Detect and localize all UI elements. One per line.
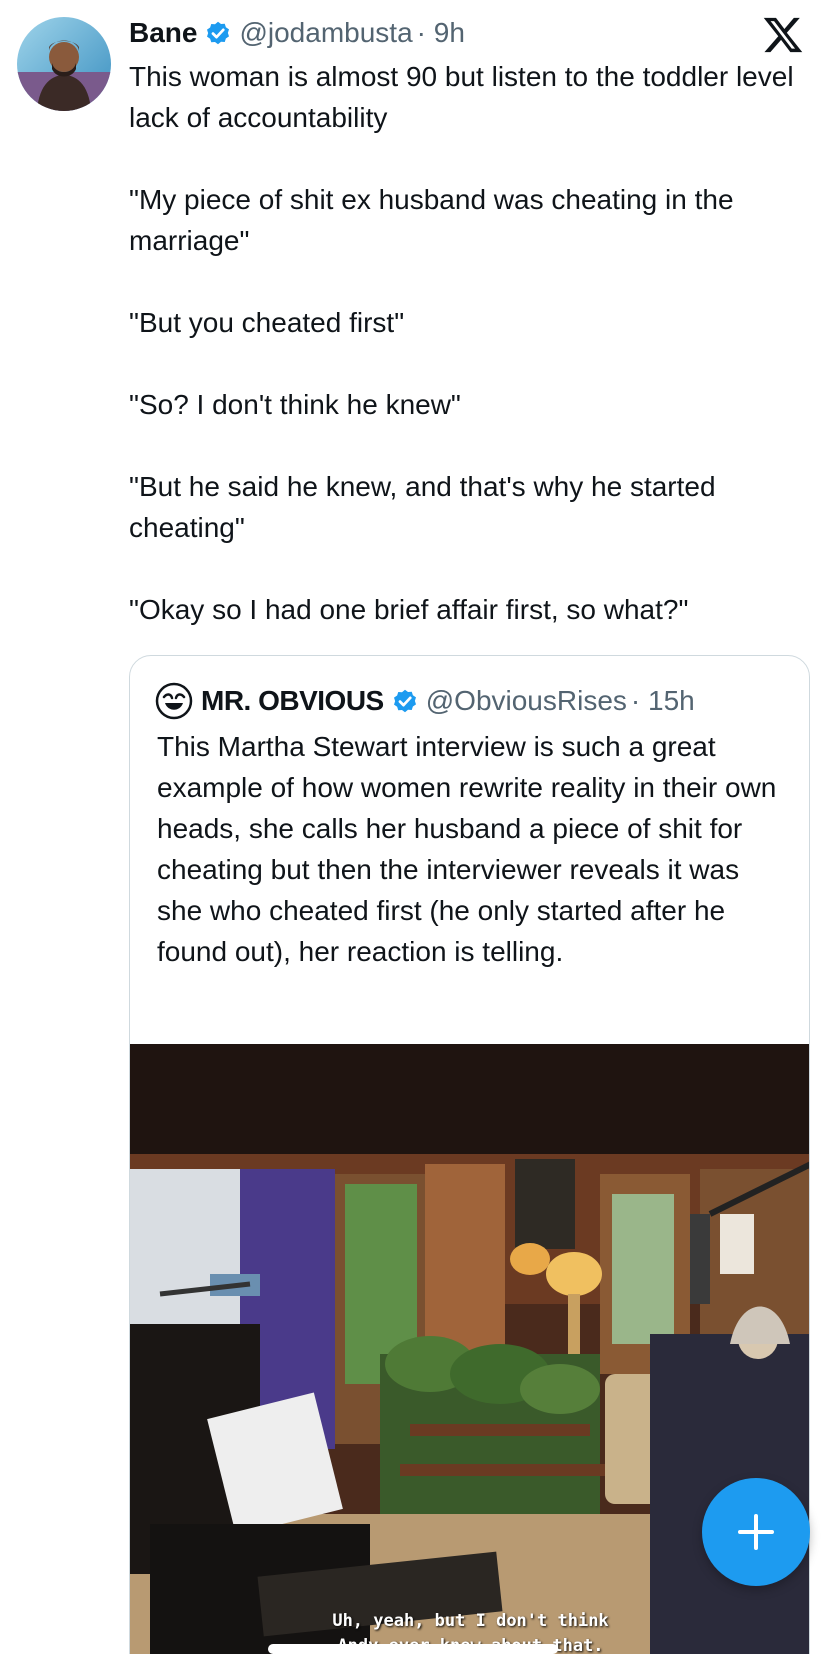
- verified-badge-icon: [207, 21, 230, 45]
- quoted-author-avatar[interactable]: [155, 682, 193, 720]
- tweet-paragraph: "So? I don't think he knew": [129, 389, 461, 420]
- tweet-text: This woman is almost 90 but listen to th…: [129, 56, 809, 630]
- quoted-tweet-time[interactable]: · 15h: [631, 685, 695, 717]
- video-caption: Uh, yeah, but I don't think: [332, 1611, 609, 1631]
- tweet-paragraph: "But he said he knew, and that's why he …: [129, 471, 716, 543]
- tweet-paragraph: "But you cheated first": [129, 307, 405, 338]
- x-logo-icon[interactable]: [762, 14, 804, 56]
- quoted-tweet-card[interactable]: MR. OBVIOUS @ObviousRises · 15h This Mar…: [129, 655, 810, 1654]
- tweet-header: Bane @jodambusta · 9h: [129, 14, 465, 52]
- quoted-tweet-header: MR. OBVIOUS @ObviousRises · 15h: [155, 682, 695, 720]
- tweet-time[interactable]: · 9h: [417, 17, 465, 49]
- tweet-paragraph: "Okay so I had one brief affair first, s…: [129, 594, 689, 625]
- quoted-tweet-video[interactable]: Uh, yeah, but I don't think Andy ever kn…: [130, 1044, 809, 1654]
- quoted-author-handle[interactable]: @ObviousRises: [426, 685, 627, 717]
- plus-icon: [738, 1514, 774, 1550]
- quoted-tweet-text: This Martha Stewart interview is such a …: [157, 731, 777, 967]
- video-frame-image: [130, 1044, 809, 1654]
- quoted-author-name[interactable]: MR. OBVIOUS: [201, 685, 384, 717]
- author-name[interactable]: Bane: [129, 17, 197, 49]
- tweet-paragraph: "My piece of shit ex husband was cheatin…: [129, 184, 734, 256]
- verified-badge-icon: [393, 689, 416, 713]
- author-avatar[interactable]: [17, 17, 111, 111]
- compose-tweet-button[interactable]: [702, 1478, 810, 1586]
- home-indicator[interactable]: [268, 1644, 558, 1654]
- tweet-paragraph: This woman is almost 90 but listen to th…: [129, 61, 794, 133]
- author-handle[interactable]: @jodambusta: [239, 17, 412, 49]
